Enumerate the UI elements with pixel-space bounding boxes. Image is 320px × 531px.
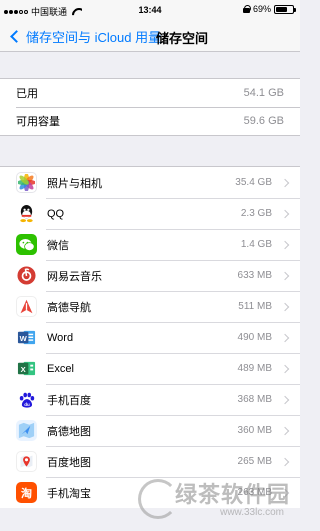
app-row-excel[interactable]: X Excel 489 MB [0,353,300,384]
chevron-right-icon [280,209,290,218]
app-size: 489 MB [237,363,272,374]
app-row-amap[interactable]: 高德地图 360 MB [0,415,300,446]
taobao-icon: 淘 [16,482,37,503]
app-size: 265 MB [237,456,272,467]
app-name: QQ [47,207,65,220]
chevron-right-icon [280,178,290,187]
chevron-left-icon [10,30,23,43]
app-name: 照片与相机 [47,177,102,190]
status-bar: 中国联通 13:44 69% [0,0,300,20]
app-row-baidu-map[interactable]: 百度地图 265 MB [0,446,300,477]
page-title: 储存空间 [156,31,209,46]
summary-row-available: 可用容量 59.6 GB [0,107,300,135]
available-value: 59.6 GB [243,115,284,127]
battery-fill [276,6,288,12]
qq-icon [16,203,37,224]
app-size: 511 MB [238,301,272,312]
storage-summary: 已用 54.1 GB 可用容量 59.6 GB [0,78,300,136]
chevron-right-icon [280,457,290,466]
app-name: 高德导航 [47,301,91,314]
netease-music-icon [16,265,37,286]
baidu-map-icon [16,451,37,472]
available-label: 可用容量 [16,116,60,128]
watermark-text: 绿茶软件园 [174,482,290,507]
battery-percent: 69% [252,4,271,14]
app-size: 490 MB [237,332,272,343]
battery-icon [274,4,296,14]
svg-text:X: X [21,365,26,374]
app-name: 百度地图 [47,456,91,469]
svg-text:du: du [24,401,30,406]
chevron-right-icon [280,271,290,280]
chevron-right-icon [280,426,290,435]
status-right: 69% [242,4,296,14]
app-name: Excel [47,362,74,375]
app-list: 照片与相机 35.4 GB QQ 2.3 GB 微信 1.4 GB 网易云音乐 … [0,166,300,508]
used-label: 已用 [16,88,38,100]
app-row-word[interactable]: W Word 490 MB [0,322,300,353]
back-label: 储存空间与 iCloud 用量 [26,30,162,45]
chevron-right-icon [280,395,290,404]
chevron-right-icon [280,240,290,249]
amap-navi-icon [16,296,37,317]
app-row-qq[interactable]: QQ 2.3 GB [0,198,300,229]
app-row-baidu[interactable]: du 手机百度 368 MB [0,384,300,415]
word-icon: W [16,327,37,348]
chevron-right-icon [280,364,290,373]
app-name: 手机百度 [47,394,91,407]
svg-text:W: W [20,334,28,343]
used-value: 54.1 GB [243,87,284,99]
watermark-swirl-icon [138,479,178,519]
app-name: 高德地图 [47,425,91,438]
app-row-photos[interactable]: 照片与相机 35.4 GB [0,167,300,198]
excel-icon: X [16,358,37,379]
svg-text:淘: 淘 [21,486,32,500]
app-row-amap-navi[interactable]: 高德导航 511 MB [0,291,300,322]
chevron-right-icon [280,302,290,311]
amap-icon [16,420,37,441]
watermark: 绿茶软件园 www.33lc.com [134,475,294,523]
app-size: 360 MB [237,425,272,436]
chevron-right-icon [280,333,290,342]
back-button[interactable]: 储存空间与 iCloud 用量 [8,27,161,46]
wechat-icon [16,234,37,255]
app-name: Word [47,331,74,344]
nav-bar: 储存空间与 iCloud 用量 储存空间 [0,20,300,52]
baidu-icon: du [16,389,37,410]
summary-row-used: 已用 54.1 GB [0,79,300,107]
app-row-netease-music[interactable]: 网易云音乐 633 MB [0,260,300,291]
app-size: 2.3 GB [240,208,272,219]
app-size: 1.4 GB [240,239,272,250]
orientation-lock-icon [242,5,251,13]
app-row-wechat[interactable]: 微信 1.4 GB [0,229,300,260]
app-size: 633 MB [237,270,272,281]
app-name: 微信 [47,239,69,252]
app-name: 网易云音乐 [47,270,102,283]
photos-icon [16,172,37,193]
watermark-url: www.33lc.com [220,507,284,518]
app-size: 368 MB [237,394,272,405]
app-size: 35.4 GB [235,177,272,188]
